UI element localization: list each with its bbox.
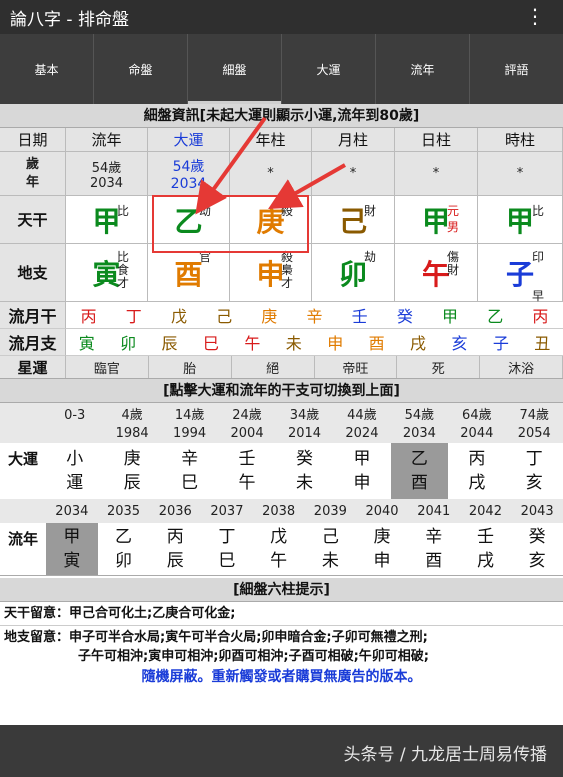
arrow-1	[195, 116, 267, 215]
arrow-2	[268, 163, 346, 209]
arrow-annotations	[195, 116, 346, 215]
